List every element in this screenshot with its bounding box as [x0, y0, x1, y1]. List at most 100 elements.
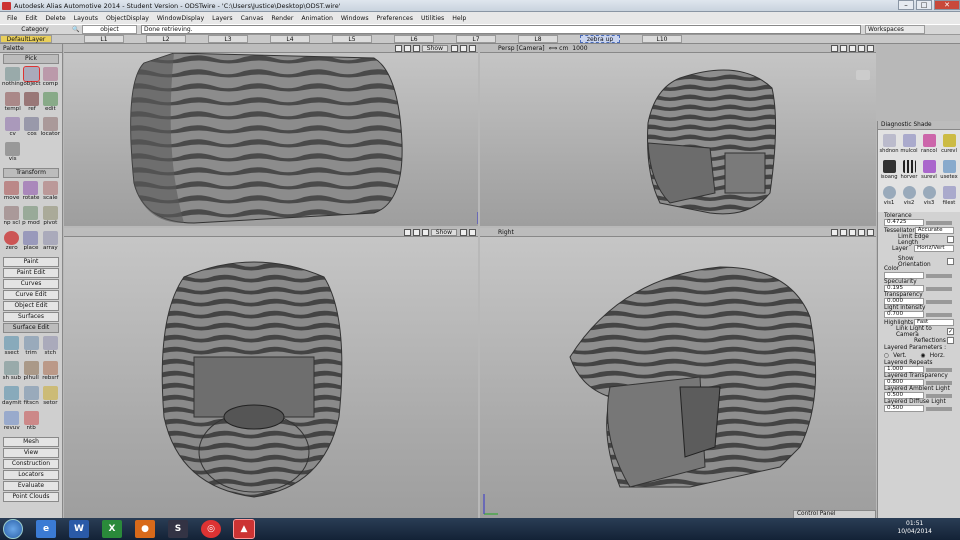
tool-shdnon[interactable]: shdnon — [879, 132, 899, 158]
layered-ambient-field[interactable]: 0.500 — [884, 392, 924, 399]
zoom-icon[interactable] — [831, 228, 838, 236]
menu-file[interactable]: File — [3, 15, 21, 22]
tool-nothing[interactable]: nothing — [2, 66, 23, 91]
menu-preferences[interactable]: Preferences — [373, 15, 417, 22]
tool-trim[interactable]: trim — [22, 335, 41, 360]
layered-ambient-slider[interactable] — [926, 393, 952, 398]
maximize-view-icon[interactable] — [858, 44, 865, 52]
alias-icon[interactable]: ▲ — [233, 519, 255, 539]
section-evaluate[interactable]: Evaluate — [3, 481, 59, 491]
menu-layouts[interactable]: Layouts — [70, 15, 102, 22]
tool-rotate[interactable]: rotate — [21, 180, 40, 205]
maximize-view-icon[interactable] — [460, 228, 467, 236]
section-view[interactable]: View — [3, 448, 59, 458]
section-surface-edit[interactable]: Surface Edit — [3, 323, 59, 333]
section-paint-edit[interactable]: Paint Edit — [3, 268, 59, 278]
radio-vert[interactable]: ○ — [884, 353, 889, 359]
tool-vis2[interactable]: vis2 — [899, 184, 919, 210]
tumble-icon[interactable] — [412, 44, 420, 52]
tool-fitscn[interactable]: fitscn — [22, 385, 41, 410]
tool-filest[interactable]: filest — [939, 184, 959, 210]
system-clock[interactable]: 01:51 10/04/2014 — [897, 520, 932, 536]
tool-scale[interactable]: scale — [41, 180, 60, 205]
chrome-icon[interactable]: ◎ — [201, 520, 221, 538]
layer-l1[interactable]: L1 — [84, 35, 124, 43]
menu-windows[interactable]: Windows — [337, 15, 373, 22]
tool-horver[interactable]: horver — [899, 158, 919, 184]
tumble-icon[interactable] — [421, 228, 429, 236]
specularity-slider[interactable] — [926, 286, 952, 291]
start-button[interactable] — [3, 519, 23, 539]
zoom-icon[interactable] — [831, 44, 838, 52]
section-pick[interactable]: Pick — [3, 54, 59, 64]
layered-repeats-field[interactable]: 1.000 — [884, 366, 924, 373]
layer-zebra-up[interactable]: zebra up — [580, 35, 620, 43]
section-transform[interactable]: Transform — [3, 168, 59, 178]
layered-transparency-field[interactable]: 0.800 — [884, 379, 924, 386]
tool-vis1[interactable]: vis1 — [879, 184, 899, 210]
specularity-field[interactable]: 0.195 — [884, 285, 924, 292]
zoom-icon[interactable] — [403, 44, 411, 52]
close-view-icon[interactable] — [867, 228, 874, 236]
viewport-persp[interactable]: Persp [Camera] ⟺ cm 1000 — [480, 44, 876, 226]
workspaces-dropdown[interactable]: Workspaces — [865, 25, 925, 34]
menu-help[interactable]: Help — [448, 15, 470, 22]
section-point-clouds[interactable]: Point Clouds — [3, 492, 59, 502]
layer-select[interactable]: Horiz/Vert — [914, 245, 954, 252]
reflections-checkbox[interactable] — [947, 337, 954, 344]
tool-rancol[interactable]: rancol — [919, 132, 939, 158]
menu-icon[interactable] — [460, 44, 467, 52]
menu-render[interactable]: Render — [267, 15, 297, 22]
layer-l6[interactable]: L6 — [394, 35, 434, 43]
limit-edge-checkbox[interactable] — [947, 236, 954, 243]
maximize-view-icon[interactable] — [451, 44, 458, 52]
viewport-front[interactable]: Show — [64, 228, 478, 518]
layer-l8[interactable]: L8 — [518, 35, 558, 43]
menu-objectdisplay[interactable]: ObjectDisplay — [102, 15, 153, 22]
light-intensity-field[interactable]: 0.700 — [884, 311, 924, 318]
section-surfaces[interactable]: Surfaces — [3, 312, 59, 322]
tool-rebsrf[interactable]: rebsrf — [41, 360, 60, 385]
tool-locator[interactable]: locator — [41, 116, 60, 141]
tool-cv[interactable]: cv — [2, 116, 23, 141]
maximize-view-icon[interactable] — [858, 228, 865, 236]
word-icon[interactable]: W — [69, 520, 89, 538]
tool-stch[interactable]: stch — [41, 335, 60, 360]
show-orientation-checkbox[interactable] — [947, 258, 954, 265]
layer-l3[interactable]: L3 — [208, 35, 248, 43]
menu-edit[interactable]: Edit — [21, 15, 41, 22]
transparency-slider[interactable] — [926, 299, 952, 304]
steam-icon[interactable]: S — [168, 520, 188, 538]
close-button[interactable]: ✕ — [934, 0, 960, 10]
section-locators[interactable]: Locators — [3, 470, 59, 480]
layered-diffuse-field[interactable]: 0.500 — [884, 405, 924, 412]
tool-np-scl[interactable]: np scl — [2, 205, 21, 230]
tool-daymit[interactable]: daymit — [2, 385, 22, 410]
tool-plhull[interactable]: plhull — [22, 360, 41, 385]
tool-mulcol[interactable]: mulcol — [899, 132, 919, 158]
show-button[interactable]: Show — [430, 228, 457, 236]
tool-vis3[interactable]: vis3 — [919, 184, 939, 210]
tool-object[interactable]: object — [23, 66, 41, 91]
menu-utilities[interactable]: Utilities — [417, 15, 448, 22]
media-player-icon[interactable]: ● — [135, 520, 155, 538]
tool-ntb[interactable]: ntb — [22, 410, 41, 435]
tool-surevl[interactable]: surevl — [919, 158, 939, 184]
viewcube-icon[interactable] — [856, 70, 870, 80]
section-mesh[interactable]: Mesh — [3, 437, 59, 447]
tool-p-mod[interactable]: p mod — [21, 205, 40, 230]
menu-layers[interactable]: Layers — [208, 15, 236, 22]
tool-sh-sub[interactable]: sh sub — [2, 360, 22, 385]
link-light-checkbox[interactable]: ✓ — [947, 328, 954, 335]
close-view-icon[interactable] — [469, 44, 476, 52]
maximize-button[interactable]: □ — [916, 0, 932, 10]
tool-vis[interactable]: vis — [2, 141, 23, 166]
tool-edit[interactable]: edit — [41, 91, 60, 116]
tool-pivot[interactable]: pivot — [41, 205, 60, 230]
zoom-icon[interactable] — [840, 228, 847, 236]
layer-l4[interactable]: L4 — [270, 35, 310, 43]
layer-l7[interactable]: L7 — [456, 35, 496, 43]
section-paint[interactable]: Paint — [3, 257, 59, 267]
tool-setor[interactable]: setor — [41, 385, 60, 410]
layered-diffuse-slider[interactable] — [926, 406, 952, 411]
